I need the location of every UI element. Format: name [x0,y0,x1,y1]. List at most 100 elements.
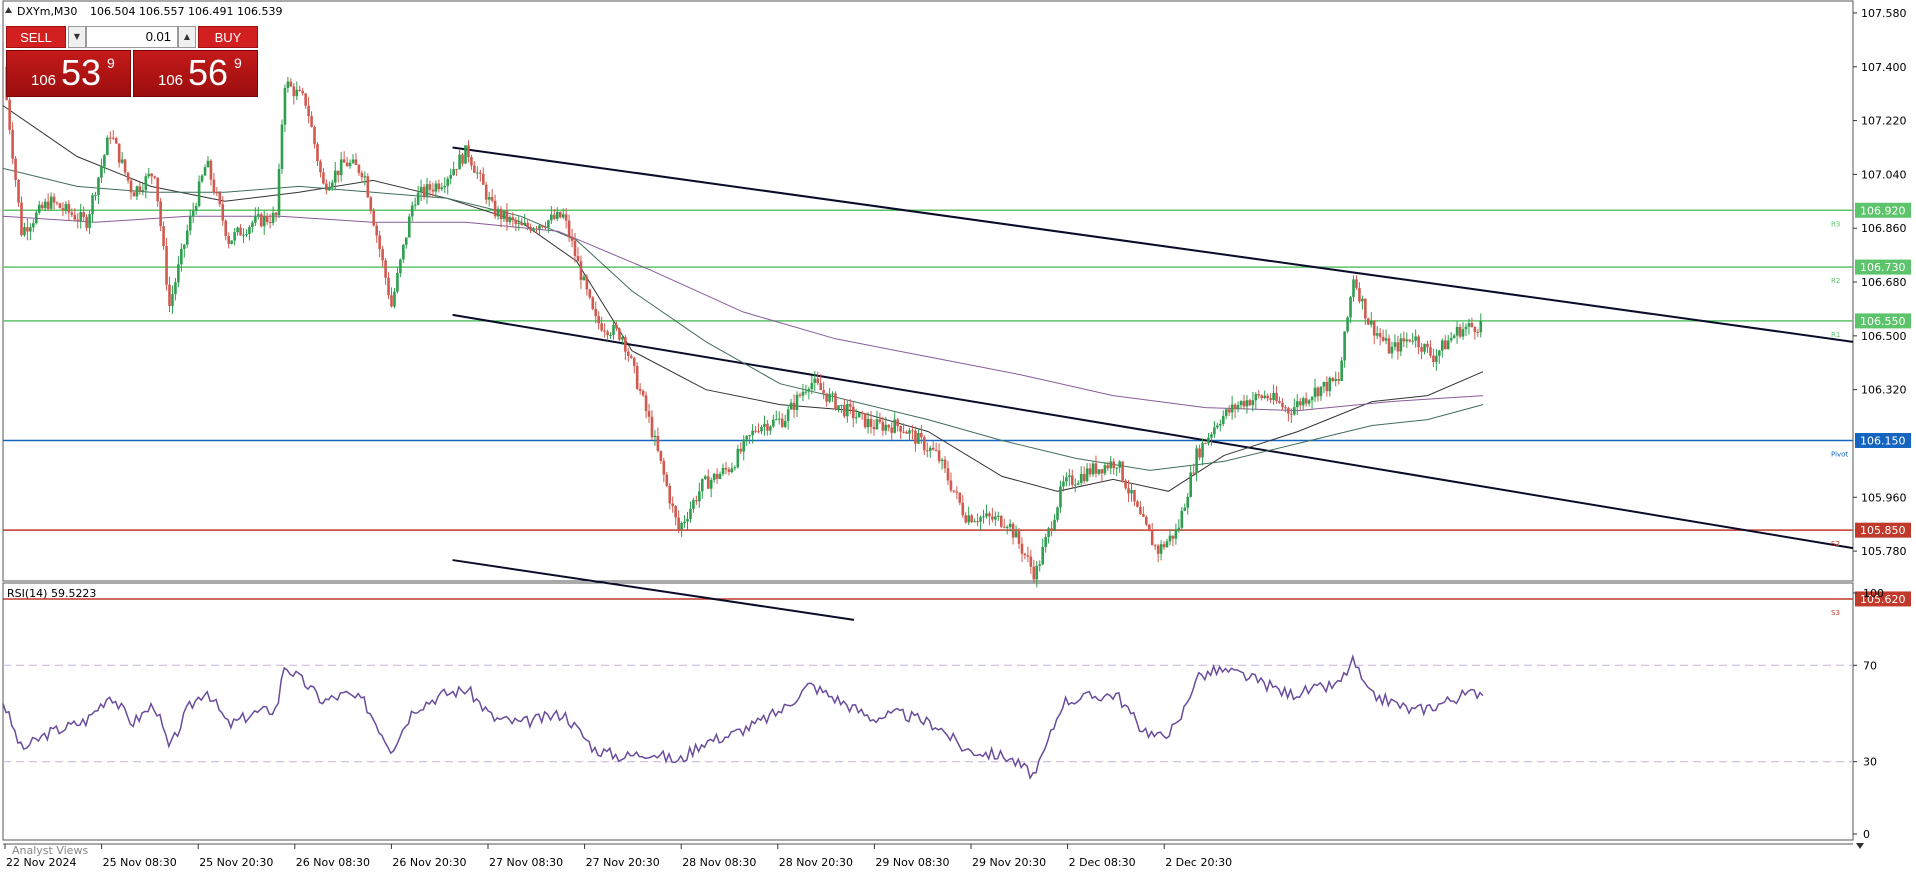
candle-body [464,145,467,164]
candle-body [937,450,941,462]
buy-button[interactable]: BUY [198,26,258,48]
candle-body [1310,397,1314,401]
candle-body [967,515,970,523]
candle-body [405,237,408,245]
candle-body [638,388,642,391]
candle-body [893,419,896,433]
candle-body [931,447,935,450]
candle-body [209,160,213,180]
candle-body [1479,321,1483,333]
candle-body [502,210,506,220]
candle-body [902,431,905,433]
candle-body [473,165,476,173]
candle-body [1014,531,1018,538]
candle-body [908,430,911,434]
sell-button[interactable]: SELL [6,26,66,48]
candle-body [1011,523,1015,538]
candle-body [1219,423,1222,426]
candle-body [8,99,11,130]
candle-body [775,419,778,421]
candle-body [274,212,278,216]
candle-body [878,419,882,422]
candle-body [1369,320,1373,325]
candle-body [17,179,20,203]
candle-body [1103,465,1107,474]
candle-body [1435,355,1438,363]
candle-body [390,295,393,307]
chart-symbol: DXYm,M30 [17,5,77,18]
candle-body [325,183,328,191]
sell-price-quote[interactable]: 106 53 9 [6,50,131,97]
candle-body [1319,386,1323,397]
candle-body [467,145,470,158]
candle-body [1476,332,1480,334]
candle-body [132,192,136,197]
buy-price-quote[interactable]: 106 56 9 [133,50,258,97]
lot-increase-icon[interactable]: ▲ [178,26,196,48]
candle-body [162,226,165,247]
candle-body [686,518,689,522]
candle-body [1156,545,1160,554]
candle-body [567,220,571,237]
candle-body [14,158,17,180]
candle-body [1304,398,1308,404]
level-label: Pivot [1831,450,1848,458]
candle-body [188,216,192,231]
candle-body [1142,514,1145,517]
level-label: R3 [1831,220,1840,228]
candle-body [1145,516,1148,525]
time-tick-label: 26 Nov 08:30 [296,856,370,869]
candle-body [1032,566,1036,580]
candle-body [999,515,1003,527]
candle-body [985,513,988,517]
candle-body [831,393,834,395]
candle-body [1210,434,1213,438]
candle-body [834,393,837,410]
candle-body [671,503,674,507]
candle-body [1130,490,1133,494]
price-tick-label: 105.780 [1861,545,1907,558]
candle-body [1073,484,1077,486]
buy-price-fraction: 9 [234,55,242,71]
candle-body [505,210,509,222]
candle-body [1367,318,1370,325]
candle-body [200,175,204,182]
candle-body [653,435,657,438]
candle-body [333,170,337,183]
candle-body [1337,379,1340,381]
candle-body [111,137,115,139]
candle-body [1449,337,1453,341]
candle-body [1050,528,1053,530]
candle-body [428,184,432,190]
candle-body [82,212,85,218]
candle-body [1387,338,1391,354]
candle-body [1112,461,1116,469]
candle-body [1189,472,1192,497]
candle-body [1287,407,1290,414]
price-tick-label: 107.220 [1861,115,1907,128]
candle-body [100,166,103,178]
candle-body [1239,401,1243,406]
candle-body [1355,279,1358,288]
candle-body [718,474,722,479]
candle-body [1316,387,1320,397]
candle-body [1038,564,1042,566]
candle-body [1284,407,1287,409]
candle-body [481,173,485,185]
candle-body [407,216,411,238]
candle-body [810,382,814,390]
candle-body [85,217,88,228]
candle-body [363,176,367,178]
candle-body [29,227,32,232]
chart-canvas: 107.580 107.400 107.220 107.040 106.860 106.6… [0,0,1916,874]
candle-body [786,409,790,421]
candle-body [683,521,686,523]
price-tick-label: 107.400 [1861,61,1907,74]
candle-body [1260,395,1264,399]
lot-decrease-icon[interactable]: ▼ [68,26,86,48]
lot-size-input[interactable]: 0.01 [86,26,178,48]
candle-body [988,513,991,517]
candle-body [165,246,168,285]
analyst-views-label[interactable]: Analyst Views [12,844,88,857]
candle-body [1017,531,1021,544]
